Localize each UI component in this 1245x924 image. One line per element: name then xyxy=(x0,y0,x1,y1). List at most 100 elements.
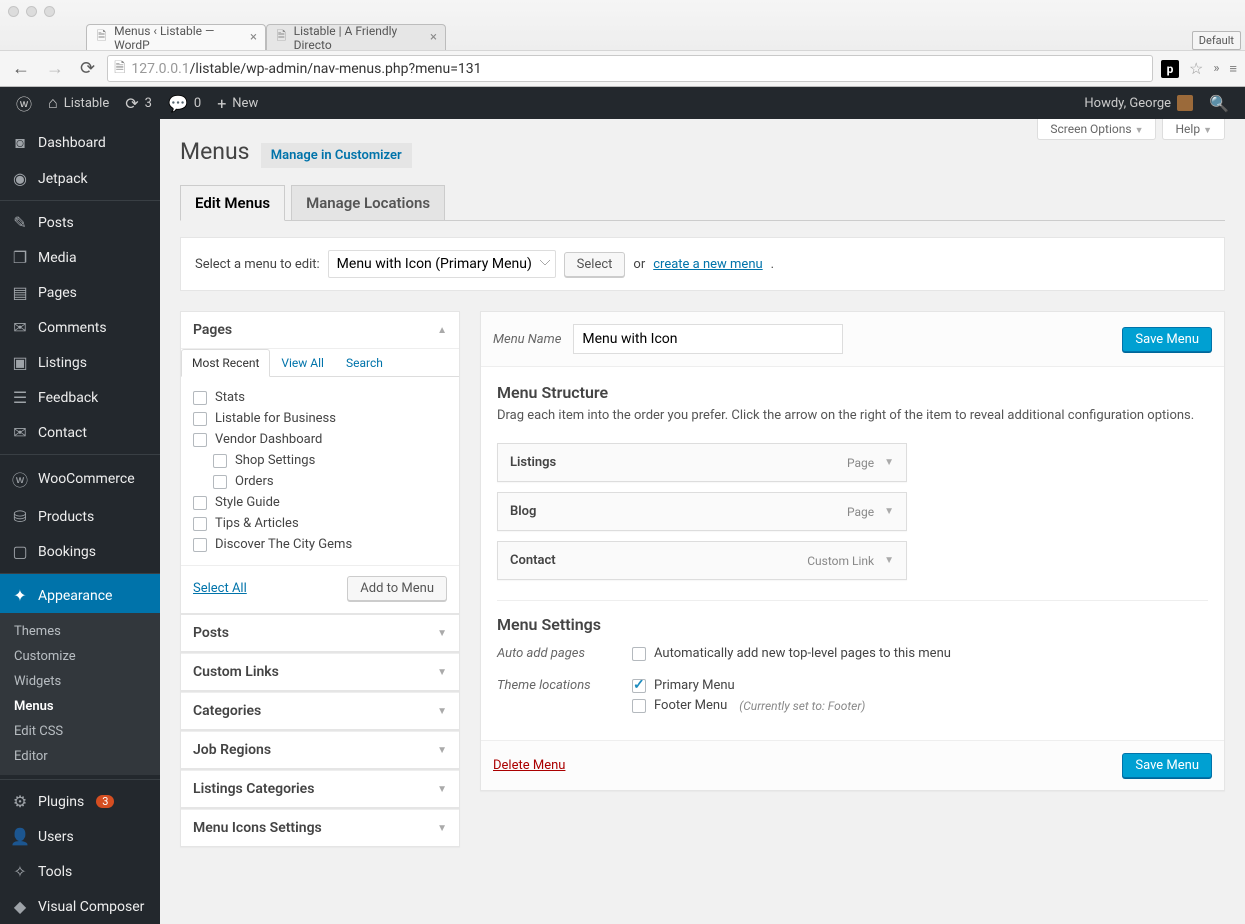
postbox-header[interactable]: Pages ▲ xyxy=(181,312,459,348)
create-menu-link[interactable]: create a new menu xyxy=(653,257,762,272)
chevron-down-icon[interactable]: ▼ xyxy=(884,506,894,517)
checkbox-checked[interactable] xyxy=(632,679,646,693)
sidebar-item-products[interactable]: ⛁Products xyxy=(0,499,160,534)
chevron-down-icon[interactable]: ▼ xyxy=(437,706,447,717)
reload-button[interactable]: ⟳ xyxy=(76,56,99,81)
page-item[interactable]: Listable for Business xyxy=(193,408,447,429)
submenu-edit-css[interactable]: Edit CSS xyxy=(0,719,160,744)
submenu-customize[interactable]: Customize xyxy=(0,644,160,669)
page-item[interactable]: Discover The City Gems xyxy=(193,534,447,555)
inner-tab-most-recent[interactable]: Most Recent xyxy=(181,349,270,377)
help-button[interactable]: Help▼ xyxy=(1162,119,1225,140)
location-footer[interactable]: Footer Menu(Currently set to: Footer) xyxy=(632,698,1208,713)
chevron-down-icon[interactable]: ▼ xyxy=(437,628,447,639)
submenu-widgets[interactable]: Widgets xyxy=(0,669,160,694)
menu-icon[interactable]: ≡ xyxy=(1229,61,1237,77)
postbox-header[interactable]: Categories▼ xyxy=(181,692,459,729)
chevron-down-icon[interactable]: ▼ xyxy=(884,555,894,566)
checkbox[interactable] xyxy=(632,647,646,661)
chevron-down-icon[interactable]: ▼ xyxy=(437,823,447,834)
close-icon[interactable]: × xyxy=(430,30,437,45)
auto-add-option[interactable]: Automatically add new top-level pages to… xyxy=(632,646,1208,661)
checkbox[interactable] xyxy=(213,475,227,489)
chevron-right-icon[interactable]: » xyxy=(1213,61,1219,76)
page-item[interactable]: Stats xyxy=(193,387,447,408)
chevron-down-icon[interactable]: ▼ xyxy=(437,667,447,678)
screen-options-button[interactable]: Screen Options▼ xyxy=(1037,119,1156,140)
menu-name-input[interactable] xyxy=(573,324,843,354)
sidebar-item-bookings[interactable]: ▢Bookings xyxy=(0,534,160,569)
profile-badge[interactable]: Default xyxy=(1192,31,1241,50)
manage-customizer-link[interactable]: Manage in Customizer xyxy=(261,143,412,168)
inner-tab-view-all[interactable]: View All xyxy=(270,349,335,377)
forward-button[interactable]: → xyxy=(42,56,68,81)
sidebar-item-listings[interactable]: ▣Listings xyxy=(0,345,160,380)
postbox-header[interactable]: Custom Links▼ xyxy=(181,653,459,690)
submenu-themes[interactable]: Themes xyxy=(0,619,160,644)
sidebar-item-pages[interactable]: ▤Pages xyxy=(0,275,160,310)
window-zoom-icon[interactable] xyxy=(44,6,55,17)
submenu-editor[interactable]: Editor xyxy=(0,744,160,769)
site-link[interactable]: ⌂Listable xyxy=(40,87,117,119)
browser-tab-active[interactable]: 🗎 Menus ‹ Listable — WordP × xyxy=(86,24,266,50)
sidebar-item-woocommerce[interactable]: ⓦWooCommerce xyxy=(0,454,160,499)
select-all-link[interactable]: Select All xyxy=(193,581,247,596)
chevron-down-icon[interactable]: ▼ xyxy=(437,784,447,795)
chevron-down-icon[interactable]: ▼ xyxy=(884,457,894,468)
sidebar-item-plugins[interactable]: ⚙Plugins3 xyxy=(0,779,160,819)
sidebar-item-tools[interactable]: ✧Tools xyxy=(0,854,160,889)
postbox-header[interactable]: Menu Icons Settings▼ xyxy=(181,809,459,846)
sidebar-item-users[interactable]: 👤Users xyxy=(0,819,160,854)
inner-tab-search[interactable]: Search xyxy=(335,349,394,377)
page-item[interactable]: Orders xyxy=(193,471,447,492)
postbox-header[interactable]: Listings Categories▼ xyxy=(181,770,459,807)
sidebar-item-contact[interactable]: ✉Contact xyxy=(0,415,160,450)
postbox-header[interactable]: Posts▼ xyxy=(181,615,459,651)
site-info-icon[interactable]: 🗎 xyxy=(114,57,125,81)
menu-structure-item[interactable]: BlogPage▼ xyxy=(497,492,907,531)
search-toggle[interactable]: 🔍 xyxy=(1201,87,1237,119)
delete-menu-link[interactable]: Delete Menu xyxy=(493,758,565,773)
location-primary[interactable]: Primary Menu xyxy=(632,678,1208,693)
back-button[interactable]: ← xyxy=(8,56,34,81)
checkbox[interactable] xyxy=(213,454,227,468)
browser-tab[interactable]: 🗎 Listable | A Friendly Directo × xyxy=(266,24,446,50)
page-item[interactable]: Shop Settings xyxy=(193,450,447,471)
select-button[interactable]: Select xyxy=(564,252,626,277)
checkbox[interactable] xyxy=(193,517,207,531)
add-to-menu-button[interactable]: Add to Menu xyxy=(347,576,447,601)
url-bar[interactable]: 🗎 127.0.0.1/listable/wp-admin/nav-menus.… xyxy=(107,55,1153,82)
submenu-menus[interactable]: Menus xyxy=(0,694,160,719)
sidebar-item-visual-composer[interactable]: ◆Visual Composer xyxy=(0,889,160,924)
checkbox[interactable] xyxy=(193,412,207,426)
sidebar-item-appearance[interactable]: ✦Appearance xyxy=(0,573,160,613)
window-minimize-icon[interactable] xyxy=(26,6,37,17)
page-item[interactable]: Style Guide xyxy=(193,492,447,513)
save-menu-button[interactable]: Save Menu xyxy=(1122,327,1212,352)
tab-manage-locations[interactable]: Manage Locations xyxy=(291,185,445,221)
comments-link[interactable]: 💬0 xyxy=(160,87,209,119)
tab-edit-menus[interactable]: Edit Menus xyxy=(180,185,285,221)
updates-link[interactable]: ⟳3 xyxy=(117,87,160,119)
menu-structure-item[interactable]: ListingsPage▼ xyxy=(497,443,907,482)
sidebar-item-feedback[interactable]: ☰Feedback xyxy=(0,380,160,415)
menu-select[interactable]: Menu with Icon (Primary Menu) xyxy=(328,250,556,278)
window-close-icon[interactable] xyxy=(8,6,19,17)
new-content[interactable]: +New xyxy=(209,87,266,119)
page-item[interactable]: Vendor Dashboard xyxy=(193,429,447,450)
extension-icon[interactable]: p xyxy=(1161,60,1179,78)
checkbox[interactable] xyxy=(632,699,646,713)
chevron-up-icon[interactable]: ▲ xyxy=(437,325,447,336)
sidebar-item-jetpack[interactable]: ◉Jetpack xyxy=(0,161,160,196)
sidebar-item-media[interactable]: ❐Media xyxy=(0,240,160,275)
sidebar-item-comments[interactable]: ✉Comments xyxy=(0,310,160,345)
chevron-down-icon[interactable]: ▼ xyxy=(437,745,447,756)
postbox-header[interactable]: Job Regions▼ xyxy=(181,731,459,768)
bookmark-icon[interactable]: ☆ xyxy=(1189,59,1203,78)
checkbox[interactable] xyxy=(193,433,207,447)
page-item[interactable]: Tips & Articles xyxy=(193,513,447,534)
sidebar-item-posts[interactable]: ✎Posts xyxy=(0,200,160,240)
checkbox[interactable] xyxy=(193,496,207,510)
account-link[interactable]: Howdy, George xyxy=(1076,87,1201,119)
checkbox[interactable] xyxy=(193,538,207,552)
